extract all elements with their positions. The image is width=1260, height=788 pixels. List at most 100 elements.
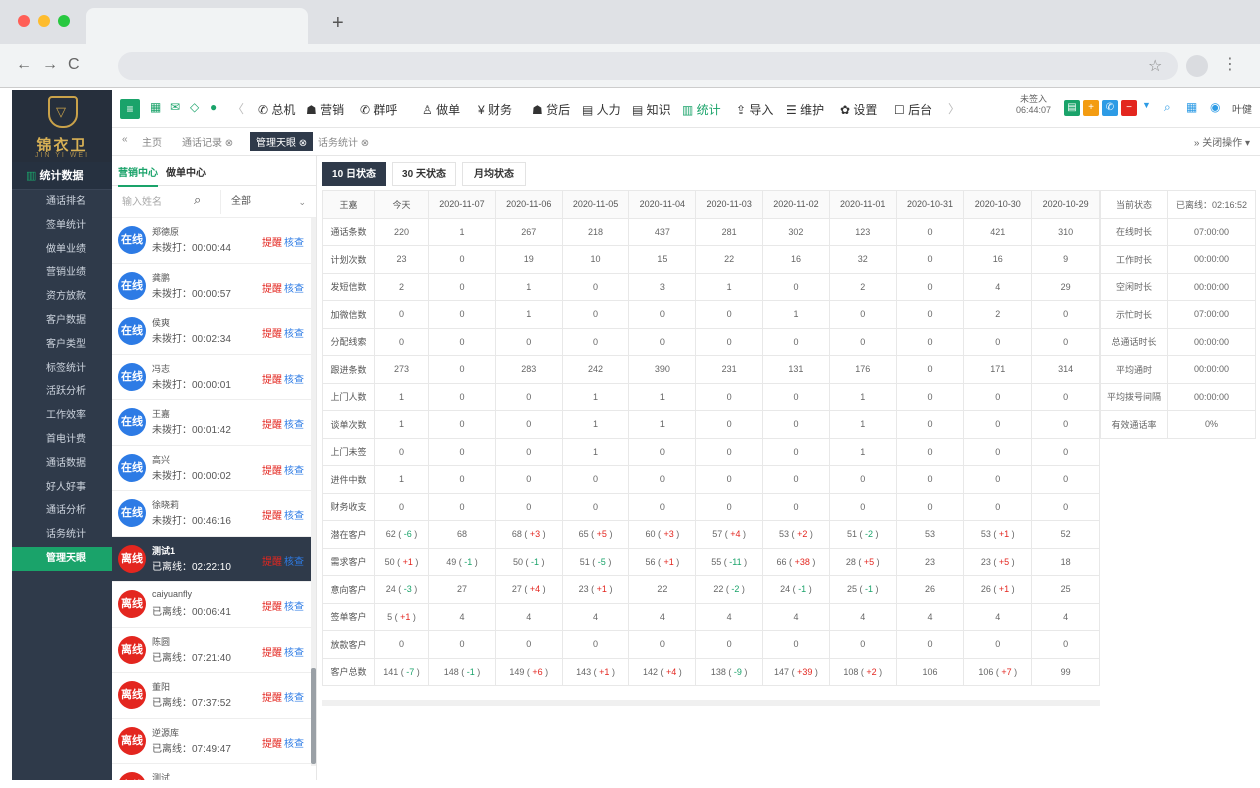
sidebar-item[interactable]: 做单业绩 [12, 238, 112, 262]
review-link[interactable]: 核查 [284, 735, 304, 750]
grid-icon[interactable]: ▦ [1186, 100, 1197, 114]
list-item[interactable]: 离线 测试1 已离线：02:22:10 提醒 核查 [112, 536, 316, 582]
sidebar-item[interactable]: 活跃分析 [12, 380, 112, 404]
reload-icon[interactable]: C [68, 56, 80, 74]
nav-item[interactable]: ☰ 维护 [786, 101, 824, 118]
tab-home[interactable]: 主页 [142, 134, 162, 149]
review-link[interactable]: 核查 [284, 644, 304, 659]
search-icon[interactable]: ⌕ [1164, 100, 1171, 115]
nav-item[interactable]: ▤ 人力 [582, 101, 621, 118]
nav-item[interactable]: ✿ 设置 [840, 101, 877, 118]
filter-select[interactable]: 全部 ⌄ [220, 190, 312, 214]
sidebar-item[interactable]: 首电计费 [12, 428, 112, 452]
sidebar-item[interactable]: 话务统计 [12, 523, 112, 547]
review-link[interactable]: 核查 [284, 598, 304, 613]
review-link[interactable]: 核查 [284, 689, 304, 704]
browser-tab[interactable] [86, 8, 308, 44]
remind-link[interactable]: 提醒 [262, 462, 282, 477]
review-link[interactable]: 核查 [284, 234, 304, 249]
review-link[interactable]: 核查 [284, 416, 304, 431]
sidebar-item[interactable]: 签单统计 [12, 214, 112, 238]
review-link[interactable]: 核查 [284, 371, 304, 386]
review-link[interactable]: 核查 [284, 507, 304, 522]
remind-link[interactable]: 提醒 [262, 598, 282, 613]
sidebar-item[interactable]: 通话分析 [12, 499, 112, 523]
sidebar-item[interactable]: 管理天眼 [12, 546, 112, 571]
list-scrollbar[interactable] [311, 218, 316, 766]
chat-icon[interactable]: ● [210, 100, 217, 114]
double-chevron-left-icon[interactable]: « [122, 134, 128, 145]
minimize-window-icon[interactable] [38, 15, 50, 27]
close-window-icon[interactable] [18, 15, 30, 27]
remind-link[interactable]: 提醒 [262, 553, 282, 568]
add-icon[interactable]: + [1083, 100, 1099, 116]
search-icon[interactable]: ⌕ [194, 192, 201, 208]
sidebar-item[interactable]: 好人好事 [12, 476, 112, 500]
list-item[interactable]: 在线 徐晓莉 未拨打：00:46:16 提醒 核查 [112, 491, 316, 537]
nav-item[interactable]: ✆ 总机 [258, 101, 295, 118]
forward-icon[interactable]: → [42, 56, 58, 74]
tab-monthly-average[interactable]: 月均状态 [462, 162, 526, 186]
remind-link[interactable]: 提醒 [262, 416, 282, 431]
nav-item[interactable]: ✆ 群呼 [360, 101, 397, 118]
remind-link[interactable]: 提醒 [262, 689, 282, 704]
list-item[interactable]: 在线 冯志 未拨打：00:00:01 提醒 核查 [112, 355, 316, 400]
review-link[interactable]: 核查 [284, 553, 304, 568]
nav-item[interactable]: ▤ 知识 [632, 101, 671, 118]
nav-item[interactable]: ⇪ 导入 [736, 101, 773, 118]
remind-link[interactable]: 提醒 [262, 325, 282, 340]
review-link[interactable]: 核查 [284, 462, 304, 477]
phone-icon[interactable]: ✆ [1102, 100, 1118, 116]
list-item[interactable]: 离线 caiyuanfly 已离线：00:06:41 提醒 核查 [112, 582, 316, 628]
message-icon[interactable]: ▤ [1064, 100, 1080, 116]
profile-avatar[interactable] [1186, 55, 1208, 77]
mail-icon[interactable]: ✉ [170, 100, 180, 114]
calendar-icon[interactable]: ▦ [150, 100, 161, 114]
maximize-window-icon[interactable] [58, 15, 70, 27]
review-link[interactable]: 核查 [284, 280, 304, 295]
tab-call-records[interactable]: 通话记录 ⊗ [182, 134, 233, 149]
chevron-left-icon[interactable]: 〈 [232, 100, 244, 117]
sidebar-item[interactable]: 工作效率 [12, 404, 112, 428]
sidebar-item[interactable]: 标签统计 [12, 357, 112, 381]
sidebar-item[interactable]: 通话数据 [12, 452, 112, 476]
tab-marketing-center[interactable]: 营销中心 [118, 164, 158, 187]
tab-30-day-status[interactable]: 30 天状态 [392, 162, 456, 186]
remind-link[interactable]: 提醒 [262, 735, 282, 750]
list-item[interactable]: 在线 龚鹏 未拨打：00:00:57 提醒 核查 [112, 264, 316, 309]
browser-menu-icon[interactable]: ⋮ [1222, 54, 1238, 74]
nav-item[interactable]: ▥ 统计 [682, 101, 721, 130]
list-item[interactable]: 离线 逆源库 已离线：07:49:47 提醒 核查 [112, 719, 316, 764]
bookmark-star-icon[interactable]: ☆ [1148, 56, 1162, 76]
diamond-icon[interactable]: ◇ [190, 100, 199, 114]
list-item[interactable]: 离线 董阳 已离线：07:37:52 提醒 核查 [112, 673, 316, 719]
hangup-icon[interactable]: − [1121, 100, 1137, 116]
chevron-right-icon[interactable]: 〉 [948, 100, 960, 117]
nav-item[interactable]: ♙ 做单 [422, 101, 460, 118]
address-bar[interactable] [118, 52, 1178, 80]
remind-link[interactable]: 提醒 [262, 371, 282, 386]
list-item[interactable]: 在线 王嘉 未拨打：00:01:42 提醒 核查 [112, 400, 316, 446]
nav-item[interactable]: ☗ 营销 [306, 101, 344, 118]
list-item[interactable]: 离线测试 [112, 764, 316, 780]
tab-order-center[interactable]: 做单中心 [166, 164, 206, 179]
tab-management-eye[interactable]: 管理天眼 ⊗ [250, 132, 314, 151]
tab-call-stats[interactable]: 话务统计 ⊗ [318, 134, 369, 149]
chevron-down-icon[interactable]: ▼ [1142, 100, 1151, 110]
list-item[interactable]: 在线 郑德原 未拨打：00:00:44 提醒 核查 [112, 218, 316, 264]
user-icon[interactable]: ◉ [1210, 100, 1220, 114]
sidebar-item[interactable]: 资方放款 [12, 285, 112, 309]
sidebar-item[interactable]: 客户数据 [12, 309, 112, 333]
user-name[interactable]: 叶健 [1232, 101, 1252, 116]
close-operations-menu[interactable]: » 关闭操作 ▾ [1194, 134, 1250, 149]
sidebar-section-stats[interactable]: ▥ 统计数据 [12, 162, 112, 190]
list-item[interactable]: 离线 陈圆 已离线：07:21:40 提醒 核查 [112, 628, 316, 673]
scrollbar-thumb[interactable] [311, 668, 316, 764]
nav-item[interactable]: ¥ 财务 [478, 101, 512, 118]
remind-link[interactable]: 提醒 [262, 234, 282, 249]
menu-toggle-icon[interactable]: ≡ [120, 99, 140, 119]
table-horizontal-scrollbar[interactable] [322, 700, 1100, 706]
list-item[interactable]: 在线 高兴 未拨打：00:00:02 提醒 核查 [112, 446, 316, 491]
new-tab-button[interactable]: + [332, 12, 344, 35]
sidebar-item[interactable]: 营销业绩 [12, 261, 112, 285]
